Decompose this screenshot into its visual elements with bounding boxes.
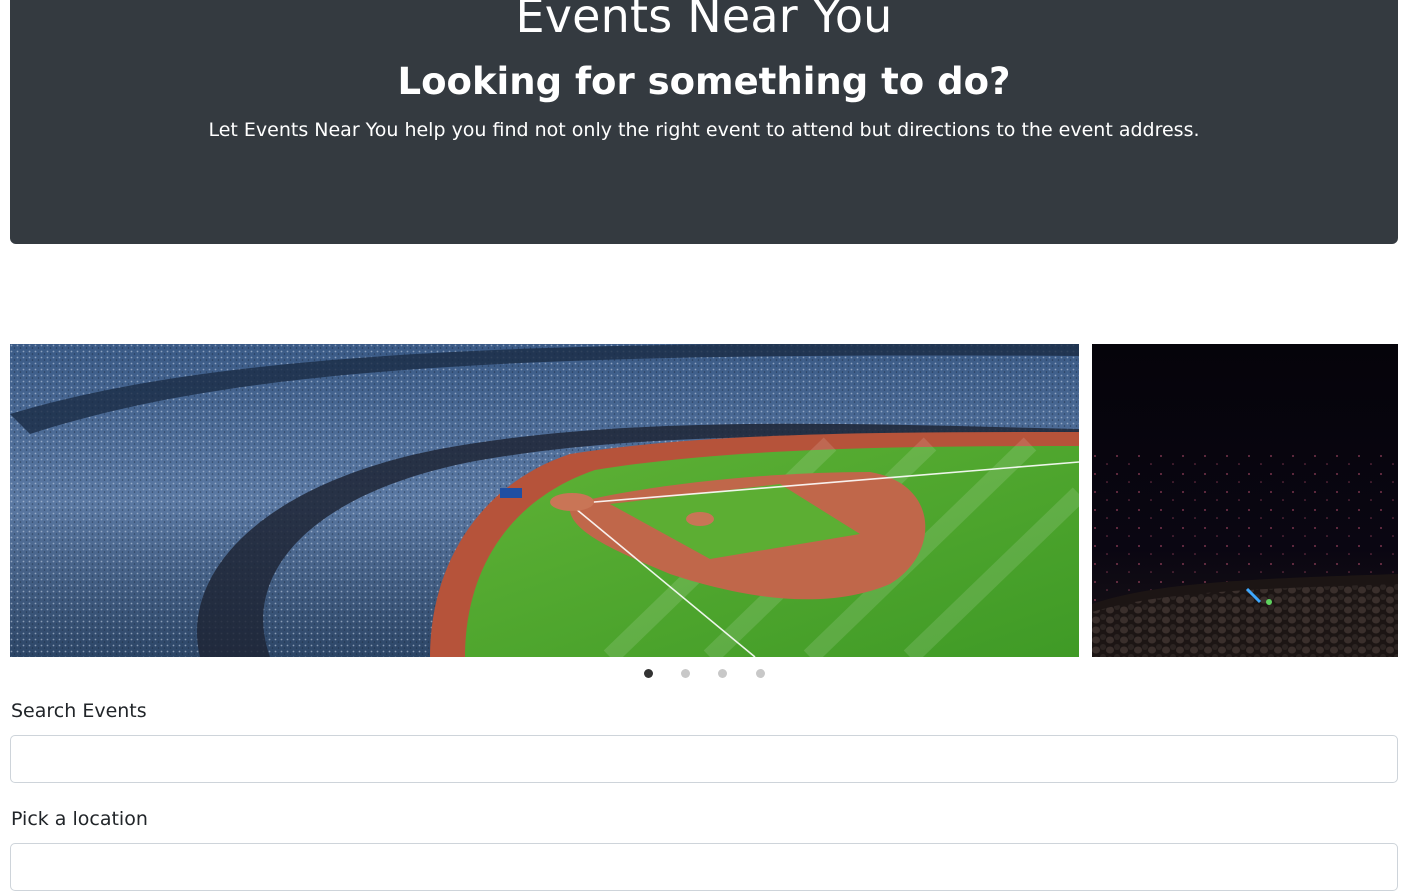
baseball-stadium-image — [10, 344, 1079, 657]
location-label: Pick a location — [11, 808, 148, 830]
search-events-input[interactable] — [10, 735, 1398, 783]
carousel-indicator-1[interactable] — [644, 669, 653, 678]
event-carousel[interactable] — [10, 344, 1398, 657]
hero-description: Let Events Near You help you find not on… — [208, 119, 1200, 141]
carousel-indicator-4[interactable] — [756, 669, 765, 678]
concert-crowd-image — [1092, 454, 1398, 657]
hero-subtitle: Looking for something to do? — [397, 60, 1011, 103]
location-input[interactable] — [10, 843, 1398, 891]
search-events-label: Search Events — [11, 700, 147, 722]
carousel-indicator-2[interactable] — [681, 669, 690, 678]
carousel-indicator-3[interactable] — [718, 669, 727, 678]
carousel-slide-concert-crowd[interactable] — [1092, 344, 1398, 657]
carousel-slide-baseball-stadium[interactable] — [10, 344, 1079, 657]
carousel-indicators — [0, 669, 1409, 679]
page-title: Events Near You — [515, 0, 893, 43]
hero-banner: Events Near You Looking for something to… — [10, 0, 1398, 244]
